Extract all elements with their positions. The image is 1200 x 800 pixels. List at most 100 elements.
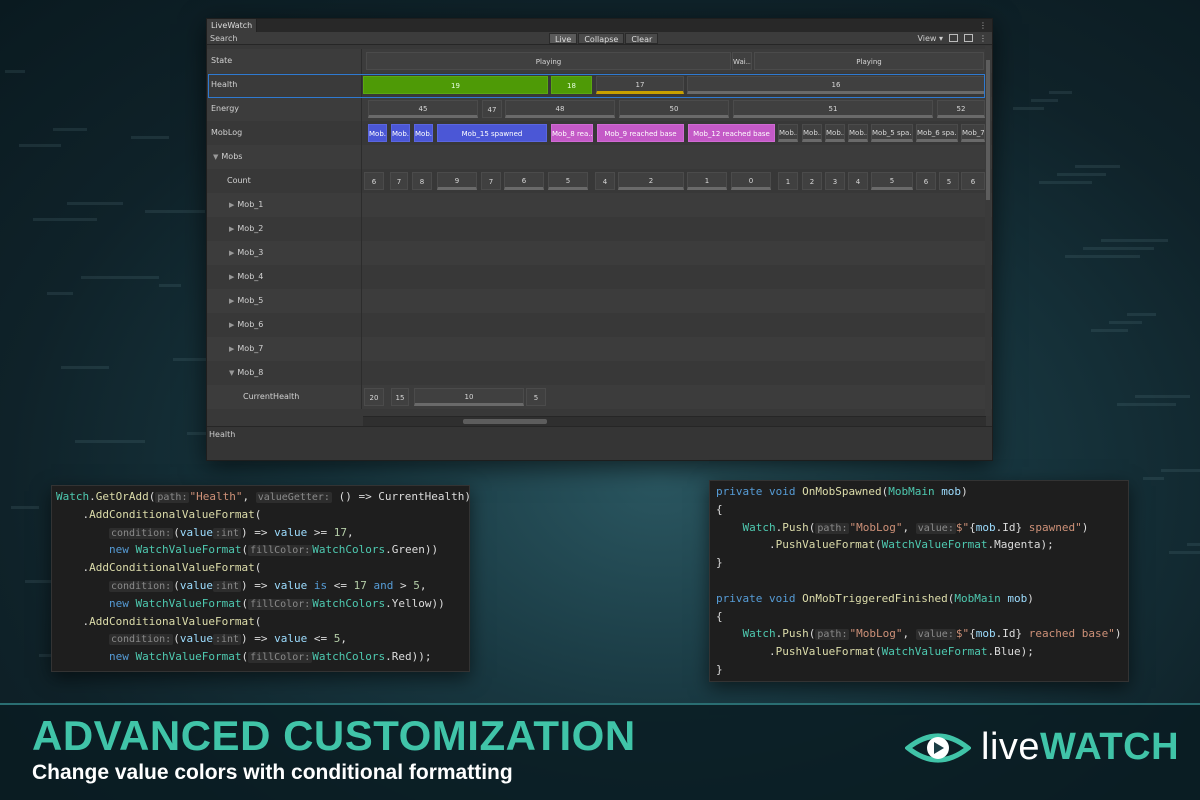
- clear-button[interactable]: Clear: [625, 32, 659, 44]
- watch-row-count[interactable]: Count 6 7 8 9 7 6 5 4 2 1 0 1 2 3 4 5 6 5 6: [207, 169, 992, 193]
- value-cell[interactable]: 15: [391, 388, 409, 406]
- watch-row-mob_7[interactable]: ▶ Mob_7: [207, 337, 992, 361]
- value-cell[interactable]: Mob...: [825, 124, 845, 142]
- row-label[interactable]: ▶ Mob_5: [207, 289, 362, 313]
- row-label[interactable]: ▼ Mobs: [207, 145, 362, 169]
- value-cell[interactable]: 9: [437, 172, 477, 190]
- view-dropdown[interactable]: View ▾: [917, 34, 943, 43]
- value-cell[interactable]: 17: [596, 76, 684, 94]
- watch-row-health[interactable]: Health 19 18 17 16: [207, 73, 992, 97]
- watch-row-state[interactable]: State Playing Wai... Playing: [207, 49, 992, 73]
- value-cell[interactable]: 47: [482, 100, 502, 118]
- value-cell[interactable]: Playing: [754, 52, 984, 70]
- value-cell[interactable]: 19: [363, 76, 548, 94]
- row-label[interactable]: Count: [207, 169, 362, 193]
- watch-row-mob_1[interactable]: ▶ Mob_1: [207, 193, 992, 217]
- value-cell[interactable]: 1: [687, 172, 727, 190]
- live-button[interactable]: Live: [549, 32, 578, 44]
- window-menu-icon[interactable]: ⋮: [979, 21, 987, 30]
- vertical-scroll-thumb[interactable]: [986, 60, 990, 200]
- value-cell[interactable]: Wai...: [732, 52, 752, 70]
- value-cell[interactable]: Mob...: [778, 124, 798, 142]
- watch-row-currenthealth[interactable]: CurrentHealth 20 15 10 5: [207, 385, 992, 409]
- value-cell[interactable]: 48: [505, 100, 615, 118]
- value-cell[interactable]: 6: [364, 172, 384, 190]
- value-cell[interactable]: Playing: [366, 52, 731, 70]
- collapsed-caret-icon[interactable]: ▶: [229, 201, 234, 209]
- collapsed-caret-icon[interactable]: ▶: [229, 273, 234, 281]
- value-cell[interactable]: 50: [619, 100, 729, 118]
- value-cell[interactable]: Mob...: [802, 124, 822, 142]
- watch-row-mob_6[interactable]: ▶ Mob_6: [207, 313, 992, 337]
- collapse-button[interactable]: Collapse: [578, 32, 625, 44]
- value-cell[interactable]: Mob_6 spa...: [916, 124, 958, 142]
- value-cell[interactable]: 10: [414, 388, 524, 406]
- expanded-caret-icon[interactable]: ▼: [229, 369, 234, 377]
- value-cell[interactable]: 6: [961, 172, 985, 190]
- value-cell[interactable]: 6: [504, 172, 544, 190]
- value-cell[interactable]: 6: [916, 172, 936, 190]
- value-cell[interactable]: Mob_12 reached base: [688, 124, 775, 142]
- value-cell[interactable]: Mob_8 rea...: [551, 124, 593, 142]
- open-folder-icon[interactable]: [949, 34, 958, 42]
- row-label[interactable]: CurrentHealth: [207, 385, 362, 409]
- value-cell[interactable]: 7: [390, 172, 408, 190]
- value-cell[interactable]: 1: [778, 172, 798, 190]
- value-cell[interactable]: 4: [848, 172, 868, 190]
- value-cell[interactable]: 3: [825, 172, 845, 190]
- value-cell[interactable]: 4: [595, 172, 615, 190]
- collapsed-caret-icon[interactable]: ▶: [229, 225, 234, 233]
- horizontal-scroll-thumb[interactable]: [463, 419, 547, 424]
- search-field[interactable]: Search: [207, 34, 253, 43]
- row-label[interactable]: ▶ Mob_2: [207, 217, 362, 241]
- horizontal-scrollbar[interactable]: [363, 416, 986, 426]
- watch-row-moblog[interactable]: MobLogMob...Mob...Mob...Mob_15 spawnedMo…: [207, 121, 992, 145]
- value-cell[interactable]: 8: [412, 172, 432, 190]
- value-cell[interactable]: 5: [526, 388, 546, 406]
- value-cell[interactable]: 20: [364, 388, 384, 406]
- row-label[interactable]: ▶ Mob_1: [207, 193, 362, 217]
- row-label[interactable]: ▶ Mob_7: [207, 337, 362, 361]
- value-cell[interactable]: 2: [618, 172, 684, 190]
- row-label[interactable]: ▶ Mob_3: [207, 241, 362, 265]
- row-label[interactable]: Health: [207, 73, 362, 97]
- value-cell[interactable]: Mob_9 reached base: [597, 124, 684, 142]
- value-cell[interactable]: Mob_7...: [961, 124, 985, 142]
- value-cell[interactable]: 2: [802, 172, 822, 190]
- watch-row-mob_8[interactable]: ▼ Mob_8: [207, 361, 992, 385]
- row-label[interactable]: State: [207, 49, 362, 73]
- value-cell[interactable]: 45: [368, 100, 478, 118]
- collapsed-caret-icon[interactable]: ▶: [229, 249, 234, 257]
- save-icon[interactable]: [964, 34, 973, 42]
- collapsed-caret-icon[interactable]: ▶: [229, 297, 234, 305]
- value-cell[interactable]: 5: [871, 172, 913, 190]
- collapsed-caret-icon[interactable]: ▶: [229, 345, 234, 353]
- watch-row-mobs[interactable]: ▼ Mobs: [207, 145, 992, 169]
- tab-livewatch[interactable]: LiveWatch: [207, 19, 258, 32]
- row-label[interactable]: ▶ Mob_6: [207, 313, 362, 337]
- row-label[interactable]: Energy: [207, 97, 362, 121]
- value-cell[interactable]: 5: [939, 172, 959, 190]
- value-cell[interactable]: Mob...: [368, 124, 387, 142]
- value-cell[interactable]: 51: [733, 100, 933, 118]
- expanded-caret-icon[interactable]: ▼: [213, 153, 218, 161]
- row-label[interactable]: MobLog: [207, 121, 362, 145]
- value-cell[interactable]: Mob_15 spawned: [437, 124, 547, 142]
- row-label[interactable]: ▼ Mob_8: [207, 361, 362, 385]
- collapsed-caret-icon[interactable]: ▶: [229, 321, 234, 329]
- watch-row-mob_2[interactable]: ▶ Mob_2: [207, 217, 992, 241]
- watch-row-mob_5[interactable]: ▶ Mob_5: [207, 289, 992, 313]
- value-cell[interactable]: Mob_5 spa...: [871, 124, 913, 142]
- value-cell[interactable]: 52: [937, 100, 985, 118]
- vertical-scrollbar[interactable]: [985, 46, 991, 416]
- toolbar-menu-icon[interactable]: ⋮: [979, 34, 987, 43]
- row-label[interactable]: ▶ Mob_4: [207, 265, 362, 289]
- value-cell[interactable]: 18: [551, 76, 592, 94]
- value-cell[interactable]: 5: [548, 172, 588, 190]
- value-cell[interactable]: 0: [731, 172, 771, 190]
- watch-row-mob_4[interactable]: ▶ Mob_4: [207, 265, 992, 289]
- value-cell[interactable]: Mob...: [848, 124, 868, 142]
- value-cell[interactable]: Mob...: [391, 124, 410, 142]
- watch-row-energy[interactable]: Energy 45 47 48 50 51 52: [207, 97, 992, 121]
- watch-row-mob_3[interactable]: ▶ Mob_3: [207, 241, 992, 265]
